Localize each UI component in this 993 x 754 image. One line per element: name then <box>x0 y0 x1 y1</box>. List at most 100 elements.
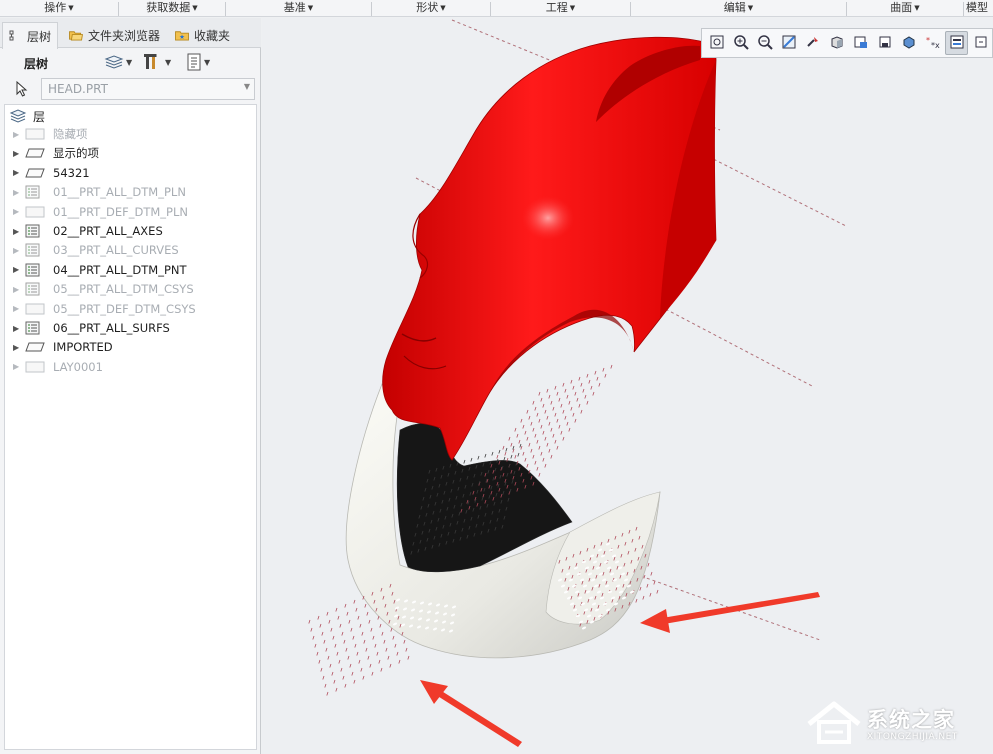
layer-ops-button[interactable]: ▼ <box>104 52 132 72</box>
tree-root[interactable]: 层 <box>9 107 45 125</box>
expand-arrow-icon[interactable]: ▶ <box>13 246 25 255</box>
ribbon-group-operations[interactable]: 操作 ▼ <box>0 0 118 17</box>
layer-label: 01__PRT_DEF_DTM_PLN <box>53 204 188 219</box>
zoom-fit-button[interactable] <box>706 31 729 55</box>
perspective-button[interactable] <box>873 31 896 55</box>
tab-favorites[interactable]: ★ 收藏夹 <box>168 22 236 48</box>
watermark-url: XITONGZHIJIA.NET <box>867 732 958 742</box>
folder-browser-icon <box>69 31 84 41</box>
layer-label: 06__PRT_ALL_SURFS <box>53 321 170 335</box>
expand-arrow-icon[interactable]: ▶ <box>13 304 25 313</box>
ribbon-group-get-data[interactable]: 获取数据 ▼ <box>119 0 225 17</box>
tools-button[interactable]: ▼ <box>143 52 171 72</box>
layer-tree: 层 ▶ 隐藏项 ▶ 显示的项 ▶ 54321 ▶ 01__PRT_ALL_DTM_PLN ▶ 01… <box>4 104 257 750</box>
active-model-dropdown[interactable]: HEAD.PRT ▼ <box>41 78 255 100</box>
ribbon-group-bar: 操作 ▼ 获取数据 ▼ 基准 ▼ 形状 ▼ 工程 ▼ 编辑 ▼ 曲面 ▼ 模型 <box>0 0 993 17</box>
zoom-in-button[interactable] <box>730 31 753 55</box>
tab-folder-browser[interactable]: 文件夹浏览器 <box>62 22 166 48</box>
layer-stack-icon <box>104 55 124 69</box>
zoom-out-icon <box>757 34 773 53</box>
expand-arrow-icon[interactable]: ▶ <box>13 188 25 197</box>
panel-tabs: 层树 文件夹浏览器 ★ 收藏夹 <box>0 18 261 49</box>
expand-arrow-icon[interactable]: ▶ <box>13 149 25 158</box>
expand-arrow-icon[interactable]: ▶ <box>13 285 25 294</box>
expand-arrow-icon[interactable]: ▶ <box>13 265 25 274</box>
zoom-out-button[interactable] <box>754 31 777 55</box>
shading-button[interactable] <box>826 31 849 55</box>
layer-list-icon <box>25 185 47 199</box>
document-list-icon <box>187 53 201 71</box>
layer-row[interactable]: ▶ IMPORTED <box>13 338 113 356</box>
annotation-display-icon <box>949 34 965 53</box>
layer-row[interactable]: ▶ 显示的项 <box>13 144 99 162</box>
house-logo-icon <box>807 701 861 744</box>
layer-row[interactable]: ▶ 01__PRT_ALL_DTM_PLN <box>13 183 186 201</box>
model-tree-panel: 层树 文件夹浏览器 ★ 收藏夹 层树 ▼ ▼ ▼ HEAD.PRT ▼ 层 ▶ … <box>0 18 261 754</box>
chevron-down-icon: ▼ <box>68 4 74 12</box>
layer-row[interactable]: ▶ 03__PRT_ALL_CURVES <box>13 241 179 259</box>
expand-arrow-icon[interactable]: ▶ <box>13 362 25 371</box>
datum-display-button[interactable]: * *x <box>921 31 944 55</box>
layer-label: 隐藏项 <box>53 127 88 141</box>
layer-rect-icon <box>25 360 47 374</box>
ribbon-group-surfaces[interactable]: 曲面 ▼ <box>847 0 963 17</box>
display-style-button[interactable] <box>897 31 920 55</box>
layer-label: 02__PRT_ALL_AXES <box>53 224 163 238</box>
graphics-viewport[interactable]: 系统之家 XITONGZHIJIA.NET <box>262 18 993 754</box>
layer-rect-icon <box>25 127 47 141</box>
layer-label: 03__PRT_ALL_CURVES <box>53 243 179 258</box>
layer-row[interactable]: ▶ 隐藏项 <box>13 125 88 143</box>
chevron-down-icon: ▼ <box>192 4 198 12</box>
pointer-arrow-icon <box>16 81 28 97</box>
chevron-down-icon: ▼ <box>126 57 133 67</box>
svg-text:*: * <box>926 36 930 45</box>
expand-arrow-icon[interactable]: ▶ <box>13 207 25 216</box>
layer-row[interactable]: ▶ LAY0001 <box>13 358 103 376</box>
layer-plane-icon <box>25 146 47 160</box>
expand-arrow-icon[interactable]: ▶ <box>13 324 25 333</box>
spin-center-button[interactable] <box>802 31 825 55</box>
layer-label: 01__PRT_ALL_DTM_PLN <box>53 185 186 200</box>
watermark-text: 系统之家 <box>867 708 955 732</box>
more-button[interactable] <box>969 31 992 55</box>
chevron-down-icon: ▼ <box>243 82 250 91</box>
ribbon-group-datum[interactable]: 基准 ▼ <box>226 0 371 17</box>
layer-label: 54321 <box>53 165 90 180</box>
layer-list-icon <box>25 263 47 277</box>
expand-arrow-icon[interactable]: ▶ <box>13 227 25 236</box>
expand-arrow-icon[interactable]: ▶ <box>13 168 25 177</box>
repaint-icon <box>781 34 797 53</box>
favorites-icon: ★ <box>175 31 189 41</box>
select-pointer-button[interactable] <box>6 78 36 100</box>
ribbon-group-shape[interactable]: 形状 ▼ <box>372 0 490 17</box>
layer-row[interactable]: ▶ 01__PRT_DEF_DTM_PLN <box>13 203 188 221</box>
display-style-icon <box>901 34 917 53</box>
layer-row[interactable]: ▶ 05__PRT_ALL_DTM_CSYS <box>13 280 194 298</box>
chevron-down-icon: ▼ <box>569 4 576 12</box>
ribbon-group-model[interactable]: 模型 <box>966 0 993 17</box>
expand-arrow-icon[interactable]: ▶ <box>13 343 25 352</box>
layer-row[interactable]: ▶ 54321 <box>13 164 90 182</box>
layer-row[interactable]: ▶ 04__PRT_ALL_DTM_PNT <box>13 261 187 279</box>
chevron-down-icon: ▼ <box>914 4 920 12</box>
zoom-fit-icon <box>709 34 725 53</box>
svg-text:★: ★ <box>179 33 185 41</box>
view-toolbar: * *x <box>701 28 993 58</box>
layer-row[interactable]: ▶ 05__PRT_DEF_DTM_CSYS <box>13 300 196 318</box>
saved-views-button[interactable] <box>849 31 872 55</box>
chevron-down-icon: ▼ <box>747 4 754 12</box>
layer-label: 显示的项 <box>53 146 99 161</box>
perspective-icon <box>877 34 893 53</box>
ribbon-group-engineering[interactable]: 工程 ▼ <box>491 0 630 17</box>
layer-row[interactable]: ▶ 02__PRT_ALL_AXES <box>13 222 163 240</box>
chevron-down-icon: ▼ <box>165 57 172 67</box>
layer-tree-icon <box>9 30 14 41</box>
repaint-button[interactable] <box>778 31 801 55</box>
annotation-display-button[interactable] <box>945 31 969 55</box>
tab-layer-tree[interactable]: 层树 <box>2 22 59 49</box>
show-button[interactable]: ▼ <box>186 52 210 72</box>
tools-icon <box>144 54 157 69</box>
ribbon-group-editing[interactable]: 编辑 ▼ <box>631 0 846 17</box>
expand-arrow-icon[interactable]: ▶ <box>13 130 25 139</box>
layer-row[interactable]: ▶ 06__PRT_ALL_SURFS <box>13 319 170 337</box>
